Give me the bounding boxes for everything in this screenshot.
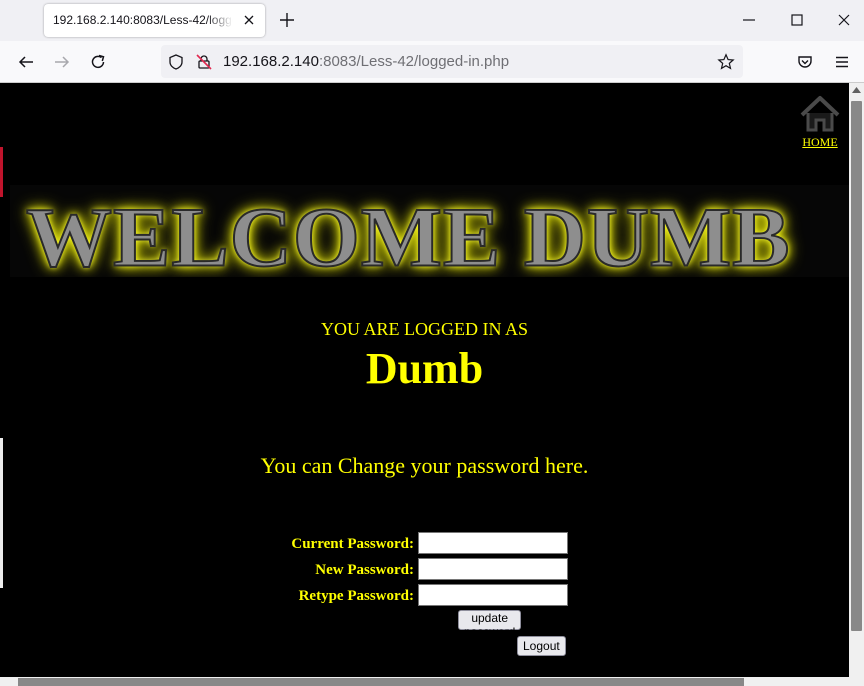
close-tab-icon[interactable]: [241, 12, 257, 28]
vertical-scrollbar[interactable]: [849, 83, 864, 686]
menu-icon[interactable]: [832, 52, 852, 72]
page-viewport: HOME WELCOME DUMB YOU ARE LOGGED IN AS D…: [0, 83, 849, 677]
retype-password-input[interactable]: [418, 584, 568, 606]
url-text[interactable]: 192.168.2.140:8083/Less-42/logged-in.php: [223, 53, 509, 70]
scroll-up-icon[interactable]: [852, 87, 861, 93]
vertical-scroll-thumb[interactable]: [851, 101, 862, 631]
new-tab-icon[interactable]: [278, 11, 296, 29]
retype-password-label: Retype Password:: [298, 588, 414, 604]
current-password-label: Current Password:: [291, 536, 414, 552]
home-link[interactable]: HOME: [795, 95, 845, 150]
back-icon[interactable]: [16, 52, 36, 72]
bookmark-star-icon[interactable]: [717, 53, 735, 71]
address-bar[interactable]: 192.168.2.140:8083/Less-42/logged-in.php: [161, 45, 743, 78]
current-password-input[interactable]: [418, 532, 568, 554]
insecure-lock-icon[interactable]: [195, 53, 213, 71]
logout-button[interactable]: Logout: [517, 636, 566, 656]
forward-icon[interactable]: [52, 52, 72, 72]
minimize-icon[interactable]: [740, 11, 758, 29]
new-password-label: New Password:: [315, 562, 414, 578]
horizontal-scroll-thumb[interactable]: [18, 678, 744, 686]
left-edge-decoration: [0, 147, 3, 197]
tab-title: 192.168.2.140:8083/Less-42/logged-in.php: [53, 13, 233, 27]
browser-tab[interactable]: 192.168.2.140:8083/Less-42/logged-in.php: [44, 4, 265, 37]
navigation-bar: 192.168.2.140:8083/Less-42/logged-in.php: [0, 41, 864, 83]
horizontal-scrollbar[interactable]: [0, 677, 864, 686]
house-icon[interactable]: [798, 95, 842, 133]
change-password-heading: You can Change your password here.: [260, 453, 589, 478]
tab-bar: 192.168.2.140:8083/Less-42/logged-in.php: [0, 0, 864, 41]
update-password-button[interactable]: update password: [458, 610, 522, 639]
shield-icon[interactable]: [167, 53, 185, 71]
url-path: :8083/Less-42/logged-in.php: [318, 53, 510, 70]
new-password-input[interactable]: [418, 558, 568, 580]
welcome-banner: WELCOME DUMB: [10, 185, 849, 277]
username: Dumb: [365, 344, 484, 393]
url-host: 192.168.2.140: [223, 53, 319, 70]
welcome-banner-text: WELCOME DUMB: [25, 189, 791, 277]
reload-icon[interactable]: [88, 52, 108, 72]
maximize-icon[interactable]: [788, 11, 806, 29]
pocket-icon[interactable]: [795, 52, 815, 72]
home-link-text[interactable]: HOME: [795, 135, 845, 150]
window-close-icon[interactable]: [835, 11, 853, 29]
logged-in-label: YOU ARE LOGGED IN AS: [321, 319, 528, 339]
